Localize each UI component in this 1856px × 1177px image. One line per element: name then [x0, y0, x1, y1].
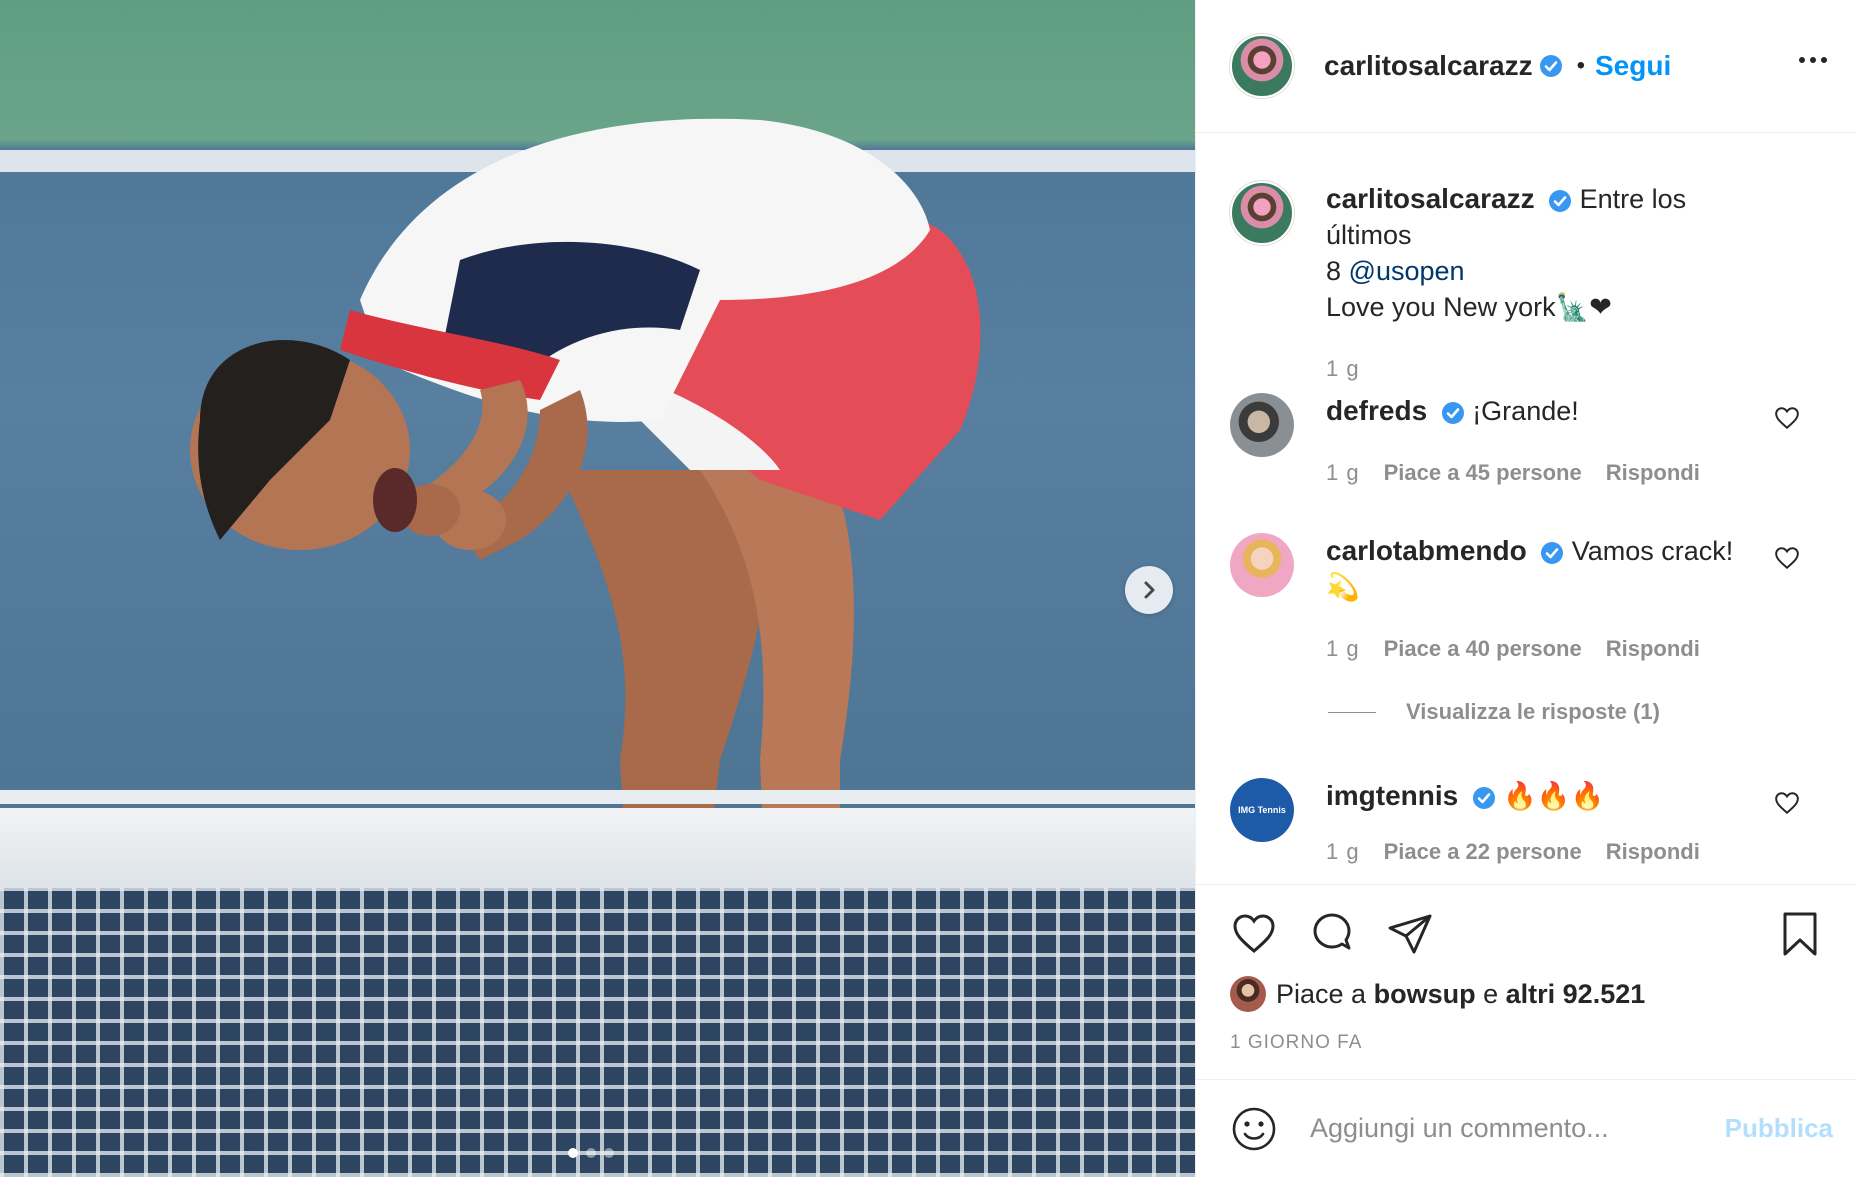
comment-timestamp[interactable]: 1 g: [1326, 834, 1360, 870]
post-header: carlitosalcarazz • Segui: [1196, 0, 1856, 133]
comments-list[interactable]: carlitosalcarazz Entre los últimos 8 @us…: [1196, 133, 1856, 885]
comment-text-emoji: 💫: [1326, 572, 1360, 602]
comment-like-heart-icon[interactable]: [1774, 545, 1800, 571]
comment-likes-count[interactable]: Piace a 45 persone: [1384, 455, 1582, 491]
add-comment-bar: Pubblica: [1196, 1080, 1856, 1177]
comment-likes-count[interactable]: Piace a 22 persone: [1384, 834, 1582, 870]
author-avatar[interactable]: [1230, 181, 1294, 245]
carousel-dot: [586, 1148, 596, 1158]
comment-timestamp[interactable]: 1 g: [1326, 455, 1360, 491]
bookmark-icon[interactable]: [1776, 910, 1824, 958]
commenter-avatar[interactable]: [1230, 533, 1294, 597]
emoji-icon[interactable]: [1230, 1105, 1278, 1153]
share-icon[interactable]: [1386, 910, 1434, 958]
tennis-net: [0, 888, 1195, 1177]
comment-text: 🔥🔥🔥: [1503, 781, 1605, 811]
carousel-dot-active: [568, 1148, 578, 1158]
caption-timestamp[interactable]: 1 g: [1326, 351, 1360, 387]
comment-icon[interactable]: [1308, 910, 1356, 958]
likes-summary: Piace a bowsup e altri 92.521: [1230, 976, 1645, 1012]
carousel-dot: [604, 1148, 614, 1158]
carousel-indicator: [568, 1148, 614, 1158]
comment-text: Vamos crack!: [1571, 536, 1734, 566]
verified-badge-icon: [1441, 401, 1464, 424]
author-avatar[interactable]: [1230, 34, 1294, 98]
carousel-next-button[interactable]: [1125, 566, 1173, 614]
post-caption: carlitosalcarazz Entre los últimos 8 @us…: [1230, 181, 1830, 387]
commenter-username[interactable]: defreds: [1326, 395, 1427, 426]
reply-button[interactable]: Rispondi: [1606, 631, 1700, 667]
caption-text-line3: Love you New york🗽❤: [1326, 292, 1612, 322]
post-photo[interactable]: [0, 0, 1195, 1177]
likes-others-count[interactable]: altri 92.521: [1506, 979, 1646, 1010]
comment-like-heart-icon[interactable]: [1774, 405, 1800, 431]
caption-username[interactable]: carlitosalcarazz: [1326, 183, 1535, 214]
post-time-ago[interactable]: 1 GIORNO FA: [1230, 1032, 1362, 1054]
comment-timestamp[interactable]: 1 g: [1326, 631, 1360, 667]
caption-text-line2: 8: [1326, 256, 1342, 286]
author-username[interactable]: carlitosalcarazz: [1324, 50, 1533, 82]
comment-item: IMG Tennis imgtennis 🔥🔥🔥 1 g Piace a 22 …: [1230, 778, 1830, 870]
likes-prefix: Piace a: [1276, 978, 1367, 1009]
commenter-username[interactable]: imgtennis: [1326, 780, 1458, 811]
comment-like-heart-icon[interactable]: [1774, 790, 1800, 816]
commenter-avatar[interactable]: IMG Tennis: [1230, 778, 1294, 842]
more-options-icon[interactable]: [1799, 50, 1833, 70]
verified-badge-icon: [1549, 189, 1572, 212]
reply-button[interactable]: Rispondi: [1606, 455, 1700, 491]
reply-button[interactable]: Rispondi: [1606, 834, 1700, 870]
chevron-right-icon: [1144, 581, 1155, 599]
view-replies-button[interactable]: Visualizza le risposte (1): [1328, 699, 1660, 725]
heart-icon[interactable]: [1230, 910, 1278, 958]
header-separator: •: [1576, 52, 1585, 79]
comment-input[interactable]: [1310, 1113, 1710, 1144]
comment-likes-count[interactable]: Piace a 40 persone: [1384, 631, 1582, 667]
avatar-logo-text: IMG Tennis: [1238, 805, 1286, 815]
follow-button[interactable]: Segui: [1595, 50, 1671, 82]
commenter-avatar[interactable]: [1230, 393, 1294, 457]
comment-item: defreds ¡Grande! 1 g Piace a 45 persone …: [1230, 393, 1830, 491]
view-replies-label: Visualizza le risposte (1): [1406, 699, 1660, 724]
replies-divider-line: [1328, 711, 1376, 713]
liker-avatar[interactable]: [1230, 976, 1266, 1012]
verified-badge-icon: [1539, 55, 1562, 77]
liker-username[interactable]: bowsup: [1374, 979, 1476, 1010]
publish-button[interactable]: Pubblica: [1725, 1113, 1833, 1144]
post-side-panel: carlitosalcarazz • Segui carlitosalcaraz…: [1195, 0, 1856, 1177]
verified-badge-icon: [1541, 541, 1564, 564]
court-service-line: [0, 790, 1195, 804]
comment-text: ¡Grande!: [1472, 396, 1579, 426]
comment-item: carlotabmendo Vamos crack! 💫 1 g Piace a…: [1230, 533, 1830, 667]
commenter-username[interactable]: carlotabmendo: [1326, 535, 1527, 566]
likes-middle: e: [1483, 978, 1499, 1009]
net-tape: [0, 808, 1195, 888]
verified-badge-icon: [1472, 786, 1495, 809]
caption-mention-link[interactable]: @usopen: [1349, 256, 1465, 286]
